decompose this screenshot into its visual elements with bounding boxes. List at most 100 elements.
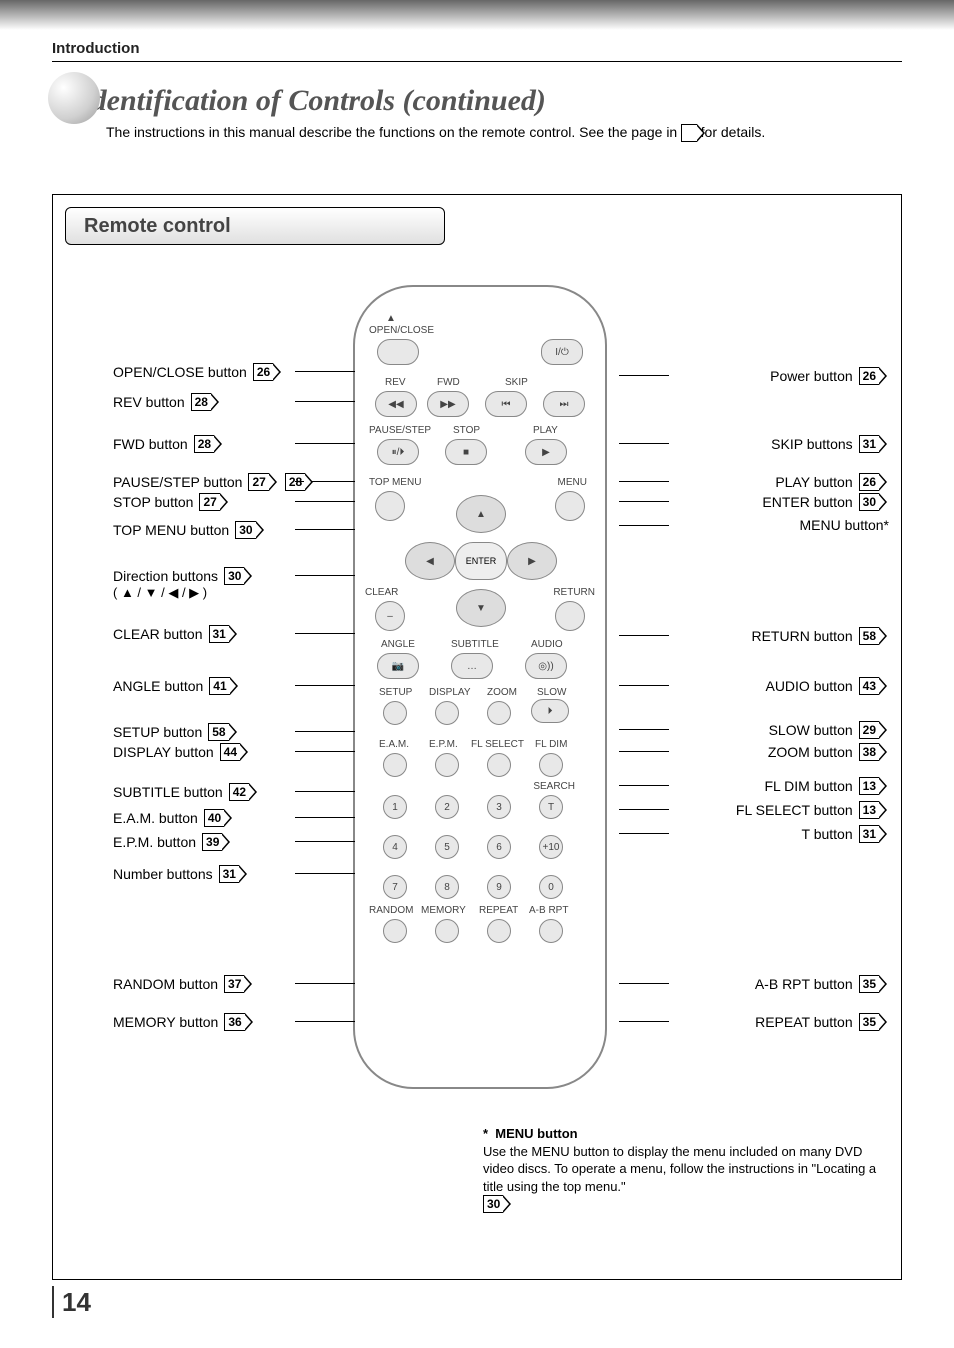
leader-line	[295, 791, 355, 792]
display-button[interactable]	[435, 701, 459, 725]
callout-right-11: T button31	[802, 825, 889, 843]
callout-right-2: PLAY button26	[775, 473, 889, 491]
rev-label: REV	[385, 377, 406, 388]
num-plus10[interactable]: +10	[539, 835, 563, 859]
repeat-button[interactable]	[487, 919, 511, 943]
t-button[interactable]: T	[539, 795, 563, 819]
angle-button[interactable]: 📷	[377, 653, 419, 679]
num-8[interactable]: 8	[435, 875, 459, 899]
pageref: 31	[859, 435, 879, 453]
leader-line	[295, 401, 355, 402]
callout-label: REV button	[113, 394, 185, 410]
pageref: 41	[209, 677, 229, 695]
memory-button[interactable]	[435, 919, 459, 943]
leader-line	[619, 375, 669, 376]
num-1[interactable]: 1	[383, 795, 407, 819]
clear-label: CLEAR	[365, 587, 398, 598]
leader-line	[295, 841, 355, 842]
menu-button[interactable]	[555, 491, 585, 521]
num-0[interactable]: 0	[539, 875, 563, 899]
section-header: Introduction	[52, 40, 954, 57]
top-menu-button[interactable]	[375, 491, 405, 521]
footnote-title: MENU button	[495, 1126, 577, 1141]
callout-left-10: DISPLAY button44	[113, 743, 250, 761]
callout-left-0: OPEN/CLOSE button26	[113, 363, 283, 381]
audio-label: AUDIO	[531, 639, 563, 650]
skip-prev-button[interactable]: ⏮	[485, 391, 527, 417]
left-button[interactable]: ◀	[405, 542, 455, 580]
fl-select-button[interactable]	[487, 753, 511, 777]
callout-right-10: FL SELECT button13	[736, 801, 889, 819]
callout-right-1: SKIP buttons31	[771, 435, 889, 453]
num-2[interactable]: 2	[435, 795, 459, 819]
footnote-body: Use the MENU button to display the menu …	[483, 1144, 876, 1194]
down-button[interactable]: ▼	[456, 589, 506, 627]
leader-line	[295, 685, 355, 686]
subtitle-button[interactable]: …	[451, 653, 493, 679]
pageref: 26	[859, 473, 879, 491]
epm-button[interactable]	[435, 753, 459, 777]
zoom-button[interactable]	[487, 701, 511, 725]
play-button[interactable]: ▶	[525, 439, 567, 465]
callout-right-3: ENTER button30	[762, 493, 889, 511]
skip-next-button[interactable]: ⏭	[543, 391, 585, 417]
direction-pad: ▲ ▼ ◀ ▶ ENTER	[405, 495, 555, 625]
clear-button[interactable]: –	[375, 601, 405, 631]
ab-rpt-button[interactable]	[539, 919, 563, 943]
callout-left-15: RANDOM button37	[113, 975, 254, 993]
pageref: 30	[224, 567, 244, 585]
right-button[interactable]: ▶	[507, 542, 557, 580]
eam-button[interactable]	[383, 753, 407, 777]
leader-line	[619, 635, 669, 636]
setup-button[interactable]	[383, 701, 407, 725]
num-3[interactable]: 3	[487, 795, 511, 819]
leader-line	[295, 731, 355, 732]
pageref: 31	[209, 625, 229, 643]
open-close-button[interactable]	[377, 339, 419, 365]
callout-left-14: Number buttons31	[113, 865, 249, 883]
intro-before: The instructions in this manual describe…	[106, 124, 681, 140]
callout-right-0: Power button26	[770, 367, 889, 385]
leader-line	[619, 685, 669, 686]
pause-step-button[interactable]: ⏸/⏵	[377, 439, 419, 465]
fwd-label: FWD	[437, 377, 460, 388]
random-button[interactable]	[383, 919, 407, 943]
callout-left-16: MEMORY button36	[113, 1013, 255, 1031]
rev-button[interactable]: ◀◀	[375, 391, 417, 417]
fl-dim-button[interactable]	[539, 753, 563, 777]
num-9[interactable]: 9	[487, 875, 511, 899]
decorative-sphere	[48, 72, 100, 124]
callout-right-9: FL DIM button13	[764, 777, 889, 795]
leader-line	[619, 525, 669, 526]
leader-line	[295, 983, 355, 984]
num-6[interactable]: 6	[487, 835, 511, 859]
callout-label: CLEAR button	[113, 626, 203, 642]
power-button[interactable]: I/⏻	[541, 339, 583, 365]
leader-line	[619, 785, 669, 786]
num-4[interactable]: 4	[383, 835, 407, 859]
callout-label: E.A.M. button	[113, 810, 198, 826]
callout-left-8: ANGLE button 41	[113, 677, 240, 695]
pageref-icon	[681, 124, 697, 142]
pageref: 27	[248, 473, 268, 491]
search-label: SEARCH	[533, 781, 575, 792]
callout-label: MENU button*	[800, 517, 889, 533]
up-button[interactable]: ▲	[456, 495, 506, 533]
pageref: 39	[202, 833, 222, 851]
fwd-button[interactable]: ▶▶	[427, 391, 469, 417]
stop-button[interactable]: ■	[445, 439, 487, 465]
leader-line	[619, 481, 669, 482]
audio-button[interactable]: ◎))	[525, 653, 567, 679]
callout-right-4: MENU button*	[800, 517, 889, 533]
leader-line	[619, 751, 669, 752]
enter-button[interactable]: ENTER	[455, 542, 507, 580]
top-gradient	[0, 0, 954, 30]
callout-left-4: STOP button27	[113, 493, 230, 511]
pageref: 58	[859, 627, 879, 645]
num-7[interactable]: 7	[383, 875, 407, 899]
callout-label: ANGLE button	[113, 678, 203, 694]
pageref: 44	[220, 743, 240, 761]
num-5[interactable]: 5	[435, 835, 459, 859]
return-button[interactable]	[555, 601, 585, 631]
slow-button[interactable]: ⏵	[531, 699, 569, 723]
